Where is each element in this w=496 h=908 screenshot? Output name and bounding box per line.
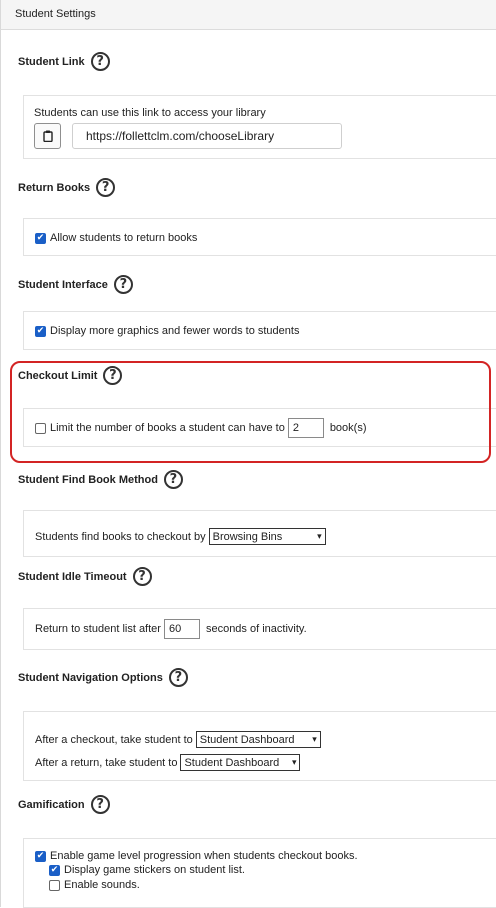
section-title: Student Find Book Method	[18, 473, 158, 486]
checkbox-label: Allow students to return books	[50, 232, 198, 244]
navigation-options-heading: Student Navigation Options ?	[18, 668, 188, 687]
idle-timeout-input[interactable]: 60	[163, 619, 200, 639]
checkbox-label: Enable game level progression when stude…	[50, 850, 358, 862]
select-value: Student Dashboard	[199, 733, 295, 746]
student-link-box: Students can use this link to access you…	[23, 95, 496, 159]
help-circle-icon[interactable]: ?	[90, 52, 110, 71]
section-title: Student Idle Timeout	[18, 570, 127, 583]
help-circle-icon[interactable]: ?	[132, 567, 152, 586]
help-circle-icon[interactable]: ?	[90, 795, 110, 814]
student-link-heading: Student Link ?	[18, 52, 110, 71]
checkout-limit-input[interactable]: 2	[287, 418, 324, 438]
return-books-checkbox[interactable]	[35, 232, 46, 244]
game-sounds-checkbox[interactable]	[49, 879, 60, 891]
find-book-method-label: Students find books to checkout by	[35, 530, 206, 543]
student-interface-option[interactable]: Display more graphics and fewer words to…	[35, 325, 299, 337]
return-destination-select[interactable]: Student Dashboard ▾	[180, 754, 301, 771]
checkout-limit-heading: Checkout Limit ?	[18, 366, 123, 385]
find-book-method-select[interactable]: Browsing Bins ▾	[208, 528, 326, 545]
return-books-box: Allow students to return books	[23, 218, 496, 256]
checkout-limit-checkbox[interactable]	[35, 422, 46, 434]
find-book-method-row: Students find books to checkout by Brows…	[35, 528, 326, 545]
section-title: Return Books	[18, 181, 91, 194]
checkout-limit-option: Limit the number of books a student can …	[35, 418, 367, 438]
student-link-field[interactable]: https://follettclm.com/chooseLibrary	[72, 123, 342, 149]
checkout-destination-row: After a checkout, take student to Studen…	[35, 731, 321, 748]
chevron-down-icon: ▾	[317, 531, 322, 542]
student-interface-box: Display more graphics and fewer words to…	[23, 311, 496, 350]
idle-timeout-label-after: seconds of inactivity.	[205, 623, 307, 635]
select-value: Student Dashboard	[184, 756, 280, 769]
navigation-options-box: After a checkout, take student to Studen…	[23, 711, 496, 781]
section-title: Gamification	[18, 798, 85, 811]
idle-timeout-box: Return to student list after 60 seconds …	[23, 608, 496, 650]
gamification-heading: Gamification ?	[18, 795, 110, 814]
select-value: Browsing Bins	[212, 530, 283, 543]
chevron-down-icon: ▾	[312, 734, 317, 745]
checkout-destination-select[interactable]: Student Dashboard ▾	[195, 731, 321, 748]
student-interface-checkbox[interactable]	[35, 325, 46, 337]
return-books-option[interactable]: Allow students to return books	[35, 232, 197, 244]
help-circle-icon[interactable]: ?	[96, 178, 116, 197]
checkbox-label: Enable sounds.	[64, 879, 140, 891]
checkout-destination-label: After a checkout, take student to	[35, 733, 193, 746]
gamification-box: Enable game level progression when stude…	[23, 838, 496, 908]
section-title: Checkout Limit	[18, 369, 98, 382]
help-circle-icon[interactable]: ?	[113, 275, 133, 294]
idle-timeout-row: Return to student list after 60 seconds …	[35, 619, 307, 639]
student-interface-heading: Student Interface ?	[18, 275, 133, 294]
student-link-description: Students can use this link to access you…	[34, 107, 266, 119]
game-level-option[interactable]: Enable game level progression when stude…	[35, 850, 358, 862]
game-level-checkbox[interactable]	[35, 850, 46, 862]
clipboard-icon	[42, 130, 53, 142]
panel-header: Student Settings	[0, 0, 496, 30]
section-title: Student Interface	[18, 278, 108, 291]
section-title: Student Navigation Options	[18, 671, 163, 684]
checkbox-label: Display more graphics and fewer words to…	[50, 325, 300, 337]
checkbox-label: Limit the number of books a student can …	[50, 422, 285, 434]
panel-title: Student Settings	[15, 8, 96, 20]
game-stickers-checkbox[interactable]	[49, 864, 60, 876]
checkout-limit-suffix: book(s)	[329, 422, 367, 434]
game-sounds-option[interactable]: Enable sounds.	[49, 879, 140, 891]
help-circle-icon[interactable]: ?	[168, 668, 188, 687]
idle-timeout-heading: Student Idle Timeout ?	[18, 567, 152, 586]
checkbox-label: Display game stickers on student list.	[64, 864, 245, 876]
idle-timeout-label-before: Return to student list after	[35, 623, 161, 635]
game-stickers-option[interactable]: Display game stickers on student list.	[49, 864, 245, 876]
checkout-limit-box: Limit the number of books a student can …	[23, 408, 496, 447]
return-destination-row: After a return, take student to Student …	[35, 754, 301, 771]
chevron-down-icon: ▾	[291, 757, 297, 768]
section-title: Student Link	[18, 55, 85, 68]
return-destination-label: After a return, take student to	[35, 756, 178, 769]
return-books-heading: Return Books ?	[18, 178, 116, 197]
help-circle-icon[interactable]: ?	[163, 470, 183, 489]
help-circle-icon[interactable]: ?	[103, 366, 123, 385]
copy-link-button[interactable]	[34, 123, 61, 149]
find-book-method-box: Students find books to checkout by Brows…	[23, 510, 496, 557]
find-book-method-heading: Student Find Book Method ?	[18, 470, 183, 489]
